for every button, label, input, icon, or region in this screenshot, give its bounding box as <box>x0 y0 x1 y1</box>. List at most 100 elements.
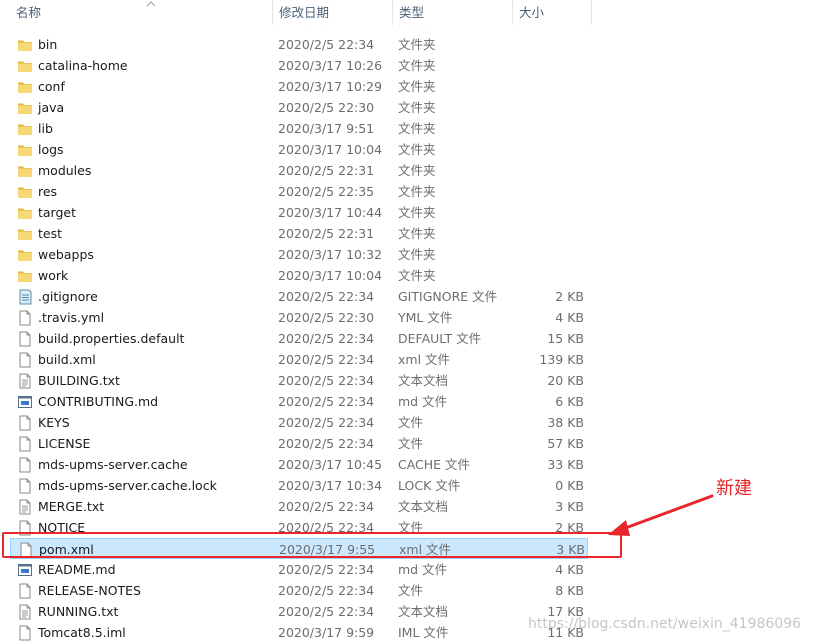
file-row[interactable]: .gitignore 2020/2/5 22:34 GITIGNORE 文件 2 KB <box>10 286 588 307</box>
file-name: bin <box>38 37 58 52</box>
file-type: 文件夹 <box>398 121 436 136</box>
folder-icon <box>17 121 33 137</box>
file-row[interactable]: java 2020/2/5 22:30 文件夹 <box>10 97 588 118</box>
file-row[interactable]: MERGE.txt 2020/2/5 22:34 文本文档 3 KB <box>10 496 588 517</box>
file-date: 2020/2/5 22:30 <box>278 100 375 115</box>
file-icon <box>17 331 33 347</box>
file-type: LOCK 文件 <box>398 478 461 493</box>
file-name: Tomcat8.5.iml <box>38 625 126 640</box>
file-type: GITIGNORE 文件 <box>398 289 498 304</box>
file-type: xml 文件 <box>398 352 451 367</box>
file-row[interactable]: CONTRIBUTING.md 2020/2/5 22:34 md 文件 6 KB <box>10 391 588 412</box>
file-name: README.md <box>38 562 116 577</box>
file-name: BUILDING.txt <box>38 373 120 388</box>
file-size: 4 KB <box>555 562 584 577</box>
file-size: 8 KB <box>555 583 584 598</box>
column-header-type-label: 类型 <box>399 5 425 20</box>
column-header-name[interactable]: 名称 <box>10 0 272 25</box>
folder-icon <box>17 100 33 116</box>
file-icon <box>17 415 33 431</box>
file-type: 文件 <box>398 415 424 430</box>
file-date: 2020/2/5 22:30 <box>278 310 375 325</box>
file-icon <box>17 436 33 452</box>
file-row[interactable]: mds-upms-server.cache 2020/3/17 10:45 CACH… <box>10 454 588 475</box>
file-date: 2020/3/17 10:04 <box>278 268 383 283</box>
column-header-date[interactable]: 修改日期 <box>272 0 392 25</box>
file-row[interactable]: work 2020/3/17 10:04 文件夹 <box>10 265 588 286</box>
file-type: IML 文件 <box>398 625 449 640</box>
file-size: 3 KB <box>555 499 584 514</box>
file-row[interactable]: KEYS 2020/2/5 22:34 文件 38 KB <box>10 412 588 433</box>
file-row[interactable]: build.properties.default 2020/2/5 22:34 DE… <box>10 328 588 349</box>
file-name: modules <box>38 163 92 178</box>
file-type: md 文件 <box>398 562 448 577</box>
file-type: 文件 <box>398 583 424 598</box>
file-row[interactable]: conf 2020/3/17 10:29 文件夹 <box>10 76 588 97</box>
file-size: 6 KB <box>555 394 584 409</box>
column-header-type[interactable]: 类型 <box>392 0 512 25</box>
file-name: MERGE.txt <box>38 499 105 514</box>
watermark: https://blog.csdn.net/weixin_41986096 <box>528 616 802 632</box>
file-row[interactable]: LICENSE 2020/2/5 22:34 文件 57 KB <box>10 433 588 454</box>
annotation-highlight-box <box>2 532 622 558</box>
file-date: 2020/2/5 22:35 <box>278 184 375 199</box>
file-size <box>508 76 584 97</box>
file-date: 2020/3/17 10:26 <box>278 58 383 73</box>
file-name: target <box>38 205 77 220</box>
file-type: 文件夹 <box>398 247 436 262</box>
file-size: 57 KB <box>547 436 584 451</box>
file-row[interactable]: BUILDING.txt 2020/2/5 22:34 文本文档 20 KB <box>10 370 588 391</box>
file-icon <box>17 478 33 494</box>
markdown-file-icon <box>17 562 33 578</box>
file-type: DEFAULT 文件 <box>398 331 482 346</box>
markdown-file-icon <box>17 394 33 410</box>
file-name: lib <box>38 121 53 136</box>
file-type: 文件夹 <box>398 100 436 115</box>
file-row[interactable]: RELEASE-NOTES 2020/2/5 22:34 文件 8 KB <box>10 580 588 601</box>
file-size <box>508 244 584 265</box>
file-type: 文件夹 <box>398 58 436 73</box>
file-size: 0 KB <box>555 478 584 493</box>
file-row[interactable]: webapps 2020/3/17 10:32 文件夹 <box>10 244 588 265</box>
file-date: 2020/2/5 22:34 <box>278 394 375 409</box>
file-row[interactable]: logs 2020/3/17 10:04 文件夹 <box>10 139 588 160</box>
file-icon <box>17 352 33 368</box>
file-name: catalina-home <box>38 58 128 73</box>
file-size: 33 KB <box>547 457 584 472</box>
file-row[interactable]: test 2020/2/5 22:31 文件夹 <box>10 223 588 244</box>
file-name: webapps <box>38 247 94 262</box>
folder-icon <box>17 226 33 242</box>
file-row[interactable]: .travis.yml 2020/2/5 22:30 YML 文件 4 KB <box>10 307 588 328</box>
file-type: 文本文档 <box>398 373 449 388</box>
file-size <box>508 181 584 202</box>
file-date: 2020/2/5 22:31 <box>278 226 375 241</box>
file-row[interactable]: RUNNING.txt 2020/2/5 22:34 文本文档 17 KB <box>10 601 588 622</box>
file-icon <box>17 583 33 599</box>
file-name: mds-upms-server.cache <box>38 457 188 472</box>
file-row[interactable]: bin 2020/2/5 22:34 文件夹 <box>10 34 588 55</box>
file-icon <box>17 457 33 473</box>
folder-icon <box>17 184 33 200</box>
file-row[interactable]: res 2020/2/5 22:35 文件夹 <box>10 181 588 202</box>
column-header-size[interactable]: 大小 <box>512 0 592 25</box>
text-file-icon <box>17 604 33 620</box>
file-row[interactable]: mds-upms-server.cache.lock 2020/3/17 10:3… <box>10 475 588 496</box>
folder-icon <box>17 247 33 263</box>
file-type: 文件 <box>398 436 424 451</box>
file-type: md 文件 <box>398 394 448 409</box>
file-name: logs <box>38 142 64 157</box>
file-type: 文件夹 <box>398 205 436 220</box>
file-row[interactable]: target 2020/3/17 10:44 文件夹 <box>10 202 588 223</box>
file-row[interactable]: build.xml 2020/2/5 22:34 xml 文件 139 KB <box>10 349 588 370</box>
file-size <box>508 118 584 139</box>
file-name: LICENSE <box>38 436 91 451</box>
file-name: .gitignore <box>38 289 98 304</box>
column-header-size-label: 大小 <box>519 5 545 20</box>
file-row[interactable]: catalina-home 2020/3/17 10:26 文件夹 <box>10 55 588 76</box>
file-row[interactable]: modules 2020/2/5 22:31 文件夹 <box>10 160 588 181</box>
file-row[interactable]: lib 2020/3/17 9:51 文件夹 <box>10 118 588 139</box>
file-date: 2020/2/5 22:34 <box>278 373 375 388</box>
file-type: 文件夹 <box>398 142 436 157</box>
file-row[interactable]: README.md 2020/2/5 22:34 md 文件 4 KB <box>10 559 588 580</box>
file-row[interactable]: Tomcat8.5.iml 2020/3/17 9:59 IML 文件 11 KB <box>10 622 588 643</box>
